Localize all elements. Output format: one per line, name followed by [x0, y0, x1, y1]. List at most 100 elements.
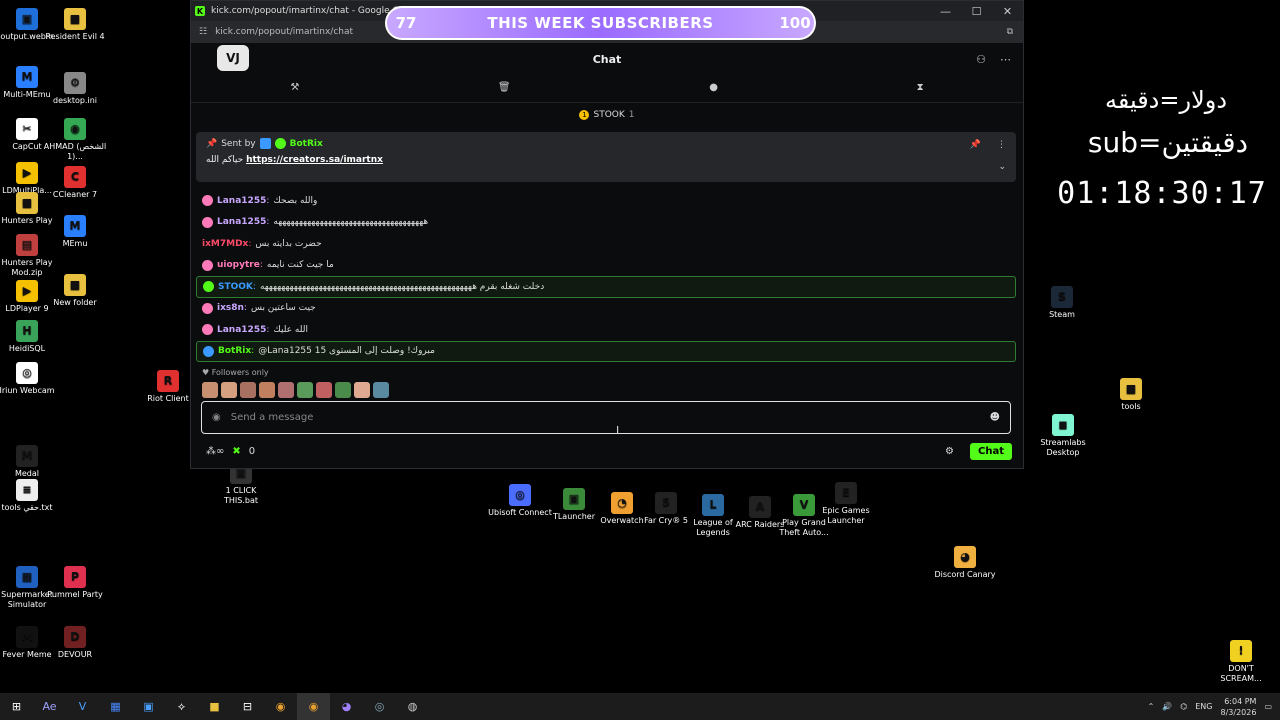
- kick-points-icon[interactable]: ✖: [232, 446, 240, 457]
- users-icon[interactable]: ⚇: [976, 53, 986, 66]
- desktop-icon[interactable]: S Steam: [1030, 286, 1094, 320]
- vegas-icon[interactable]: V: [66, 693, 99, 720]
- emote[interactable]: [240, 382, 256, 398]
- clock[interactable]: 6:04 PM 8/3/2026: [1221, 696, 1257, 718]
- app-icon[interactable]: ▣: [132, 693, 165, 720]
- obs-icon[interactable]: ◍: [396, 693, 429, 720]
- desktop-icon[interactable]: ◕ Discord Canary: [933, 546, 997, 580]
- chat-message[interactable]: ixs8n: جيت ساعتين بس: [196, 298, 1016, 320]
- system-tray: ⌃ 🔊 ⌬ ENG 6:04 PM 8/3/2026 ▭: [1148, 696, 1280, 718]
- desktop-icon[interactable]: ■ Resident Evil 4: [43, 8, 107, 42]
- chat-message[interactable]: Lana1255: ههههههههههههههههههههههههههههههه…: [196, 212, 1016, 234]
- store-icon[interactable]: ⊟: [231, 693, 264, 720]
- kick-favicon-icon: K: [195, 6, 205, 16]
- desktop-icon[interactable]: ◉ AHMAD (الشخص 1)...: [43, 118, 107, 162]
- chat-message[interactable]: Lana1255: الله عليك: [196, 319, 1016, 341]
- emote[interactable]: [373, 382, 389, 398]
- chat-colon: :: [243, 303, 247, 314]
- desktop-icon[interactable]: ▤ Hunters Play Mod.zip: [0, 234, 59, 278]
- desktop-icon-label: 1 CLICK THIS.bat: [224, 486, 258, 505]
- desktop-icon-label: HeidiSQL: [8, 344, 46, 353]
- start-button[interactable]: ⊞: [0, 693, 33, 720]
- desktop-icon[interactable]: D DEVOUR: [43, 626, 107, 660]
- desktop-icon-label: Discord Canary: [934, 570, 996, 579]
- subscriber-goal-overlay: 77 THIS WEEK SUBSCRIBERS 100: [385, 6, 816, 40]
- emote[interactable]: [316, 382, 332, 398]
- chat-username[interactable]: ixM7MDx: [202, 239, 248, 249]
- after-effects-icon[interactable]: Ae: [33, 693, 66, 720]
- desktop-icon[interactable]: ⚙ desktop.ini: [43, 72, 107, 106]
- chat-username[interactable]: ixs8n: [217, 303, 244, 313]
- discord-icon[interactable]: ◕: [330, 693, 363, 720]
- desktop-icon[interactable]: ■ New folder: [43, 274, 107, 308]
- chevron-up-icon[interactable]: ⌃: [1148, 702, 1155, 711]
- chat-username[interactable]: uiopytre: [217, 260, 260, 270]
- sent-by-label: Sent by: [221, 138, 256, 149]
- chat-username[interactable]: STOOK: [218, 282, 253, 292]
- chat-username[interactable]: Lana1255: [217, 325, 266, 335]
- unpin-icon[interactable]: 📌: [970, 140, 981, 150]
- desktop-icon[interactable]: E Epic Games Launcher: [814, 482, 878, 526]
- steam-icon[interactable]: ◎: [363, 693, 396, 720]
- share-icon[interactable]: ⁂∞: [206, 446, 224, 457]
- emote[interactable]: [278, 382, 294, 398]
- pinned-link[interactable]: https://creators.sa/imartnx: [246, 155, 383, 165]
- chat-message[interactable]: ixM7MDx: حضرت بدايته بس: [196, 233, 1016, 255]
- pinned-more-icon[interactable]: ⋮: [997, 140, 1006, 150]
- emote[interactable]: [202, 382, 218, 398]
- chat-message[interactable]: STOOK: دخلت شغله بقرم ههههههههههههههههههه…: [196, 276, 1016, 298]
- chat-text: ما جيت كنت نايمه: [266, 260, 334, 271]
- volume-icon[interactable]: 🔊: [1162, 702, 1172, 711]
- tool-icon[interactable]: ⟡: [165, 693, 198, 720]
- network-icon[interactable]: ⌬: [1180, 702, 1187, 711]
- send-chat-button[interactable]: Chat: [970, 442, 1012, 460]
- calculator-icon[interactable]: ▦: [99, 693, 132, 720]
- close-button[interactable]: ✕: [992, 5, 1023, 18]
- chat-username[interactable]: Lana1255: [217, 196, 266, 206]
- desktop-icon[interactable]: ◎ Iriun Webcam: [0, 362, 59, 396]
- message-input[interactable]: ◉ Send a message ☻: [201, 401, 1011, 434]
- emote[interactable]: [354, 382, 370, 398]
- desktop-icon[interactable]: H HeidiSQL: [0, 320, 59, 354]
- site-info-icon[interactable]: ☷: [199, 27, 207, 37]
- app-icon: ▶: [16, 162, 38, 184]
- user-badge-icon: [202, 324, 213, 336]
- maximize-button[interactable]: ☐: [961, 5, 992, 18]
- desktop-icon[interactable]: ≡ tools حقي.txt: [0, 479, 59, 513]
- pinned-message[interactable]: 📌 Sent by BotRix حياكم الله https://crea…: [196, 132, 1016, 182]
- desktop-icon[interactable]: ! DON'T SCREAM...: [1209, 640, 1273, 684]
- notifications-icon[interactable]: ▭: [1264, 702, 1272, 711]
- pin-icon: 📌: [206, 138, 218, 149]
- pinned-sender: BotRix: [289, 138, 323, 149]
- desktop-icon[interactable]: P Pummel Party: [43, 566, 107, 600]
- hourglass-icon[interactable]: ⧗: [917, 82, 924, 93]
- chrome-icon[interactable]: ◉: [264, 693, 297, 720]
- translate-icon[interactable]: ⧉: [1007, 27, 1013, 37]
- top-gifter-bar[interactable]: 1 STOOK 1: [191, 103, 1023, 127]
- emote[interactable]: [297, 382, 313, 398]
- chevron-down-icon[interactable]: ⌄: [998, 162, 1006, 172]
- emote[interactable]: [221, 382, 237, 398]
- more-options-icon[interactable]: ⋯: [1000, 53, 1011, 66]
- chat-username[interactable]: BotRix: [218, 346, 251, 356]
- top-gifter-count: 1: [628, 110, 635, 120]
- ban-hammer-icon[interactable]: ⚒: [290, 82, 299, 93]
- chat-message[interactable]: BotRix: @Lana1255 مبروك! وصلت إلى المستوى…: [196, 340, 1016, 362]
- desktop-icon[interactable]: ■ tools: [1099, 378, 1163, 412]
- chat-bubble-icon[interactable]: ●: [709, 82, 718, 93]
- trash-icon[interactable]: 🗑: [498, 82, 511, 93]
- emote[interactable]: [335, 382, 351, 398]
- desktop-icon[interactable]: M Medal: [0, 445, 59, 479]
- chrome-active-icon[interactable]: ◉: [297, 693, 330, 720]
- file-explorer-icon[interactable]: ■: [198, 693, 231, 720]
- minimize-button[interactable]: —: [930, 5, 961, 18]
- emote[interactable]: [259, 382, 275, 398]
- chat-message[interactable]: Lana1255: والله بصحك: [196, 190, 1016, 212]
- emoji-icon[interactable]: ☻: [990, 412, 1000, 423]
- desktop-icon[interactable]: ◼ Streamlabs Desktop: [1031, 414, 1095, 458]
- settings-icon[interactable]: ⚙: [945, 446, 954, 457]
- chat-username[interactable]: Lana1255: [217, 217, 266, 227]
- app-icon: ◔: [611, 492, 633, 514]
- language-indicator[interactable]: ENG: [1195, 702, 1212, 711]
- chat-message[interactable]: uiopytre: ما جيت كنت نايمه: [196, 255, 1016, 277]
